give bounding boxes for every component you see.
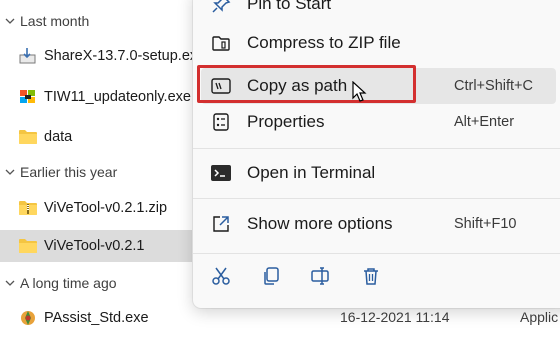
group-header-label: Earlier this year — [20, 164, 118, 180]
file-name: ShareX-13.7.0-setup.exe — [44, 48, 192, 64]
group-header-label: A long time ago — [20, 275, 117, 291]
more-options-icon — [209, 212, 233, 236]
file-row[interactable]: TIW11_updateonly.exe — [0, 81, 192, 113]
group-header-a-long-time-ago[interactable]: A long time ago — [0, 272, 117, 294]
menu-item-label: Compress to ZIP file — [247, 33, 401, 52]
file-row-selected[interactable]: ViVeTool-v0.2.1 — [0, 230, 192, 262]
installer-icon — [18, 46, 38, 66]
rename-icon[interactable] — [309, 264, 333, 288]
menu-divider — [193, 198, 560, 199]
menu-item-label: Open in Terminal — [247, 163, 376, 182]
group-header-last-month[interactable]: Last month — [0, 10, 89, 32]
zip-folder-icon — [18, 198, 38, 218]
file-name: ViVeTool-v0.2.1.zip — [44, 200, 168, 216]
menu-item-label: Show more options — [247, 214, 393, 233]
file-row[interactable]: PAssist_Std.exe — [0, 302, 192, 334]
file-row[interactable]: ViVeTool-v0.2.1.zip — [0, 192, 192, 224]
menu-item-compress-to-zip[interactable]: Compress to ZIP file — [201, 25, 556, 61]
file-row[interactable]: data — [0, 121, 192, 153]
group-header-earlier-this-year[interactable]: Earlier this year — [0, 161, 117, 183]
file-row[interactable]: ShareX-13.7.0-setup.exe — [0, 40, 192, 72]
file-name: data — [44, 129, 73, 145]
delete-icon[interactable] — [359, 264, 383, 288]
highlight-annotation-box — [197, 65, 416, 103]
chevron-down-icon[interactable] — [3, 169, 17, 176]
menu-item-shortcut: Shift+F10 — [454, 216, 517, 232]
menu-item-properties[interactable]: Properties Alt+Enter — [201, 104, 556, 140]
file-list: Last month ShareX-13.7.0-setup.exe TIW11… — [0, 0, 200, 349]
file-date: 16-12-2021 11:14 — [340, 309, 450, 325]
menu-item-shortcut: Ctrl+Shift+C — [454, 78, 533, 94]
windows-exe-icon — [18, 87, 38, 107]
menu-item-shortcut: Alt+Enter — [454, 114, 515, 130]
folder-icon — [18, 127, 38, 147]
pin-icon — [209, 0, 233, 16]
context-menu-toolbar — [193, 254, 560, 298]
folder-icon — [18, 236, 38, 256]
file-type: Applic — [520, 309, 559, 325]
properties-icon — [209, 110, 233, 134]
menu-divider — [193, 148, 560, 149]
terminal-icon — [209, 161, 233, 185]
group-header-label: Last month — [20, 13, 90, 29]
menu-item-show-more-options[interactable]: Show more options Shift+F10 — [201, 206, 556, 242]
cut-icon[interactable] — [209, 264, 233, 288]
app-exe-icon — [18, 308, 38, 328]
copy-icon[interactable] — [259, 264, 283, 288]
zip-icon — [209, 31, 233, 55]
file-name: TIW11_updateonly.exe — [44, 89, 191, 105]
file-name: ViVeTool-v0.2.1 — [44, 238, 145, 254]
menu-item-open-in-terminal[interactable]: Open in Terminal — [201, 155, 556, 191]
chevron-down-icon[interactable] — [3, 18, 17, 25]
file-name: PAssist_Std.exe — [44, 310, 149, 326]
menu-item-label: Properties — [247, 112, 325, 131]
chevron-down-icon[interactable] — [3, 280, 17, 287]
context-menu: Pin to Start Compress to ZIP file Copy a… — [193, 0, 560, 308]
menu-item-label: Pin to Start — [247, 0, 332, 13]
menu-item-pin-to-start[interactable]: Pin to Start — [201, 0, 556, 22]
mouse-cursor-icon — [352, 80, 368, 103]
